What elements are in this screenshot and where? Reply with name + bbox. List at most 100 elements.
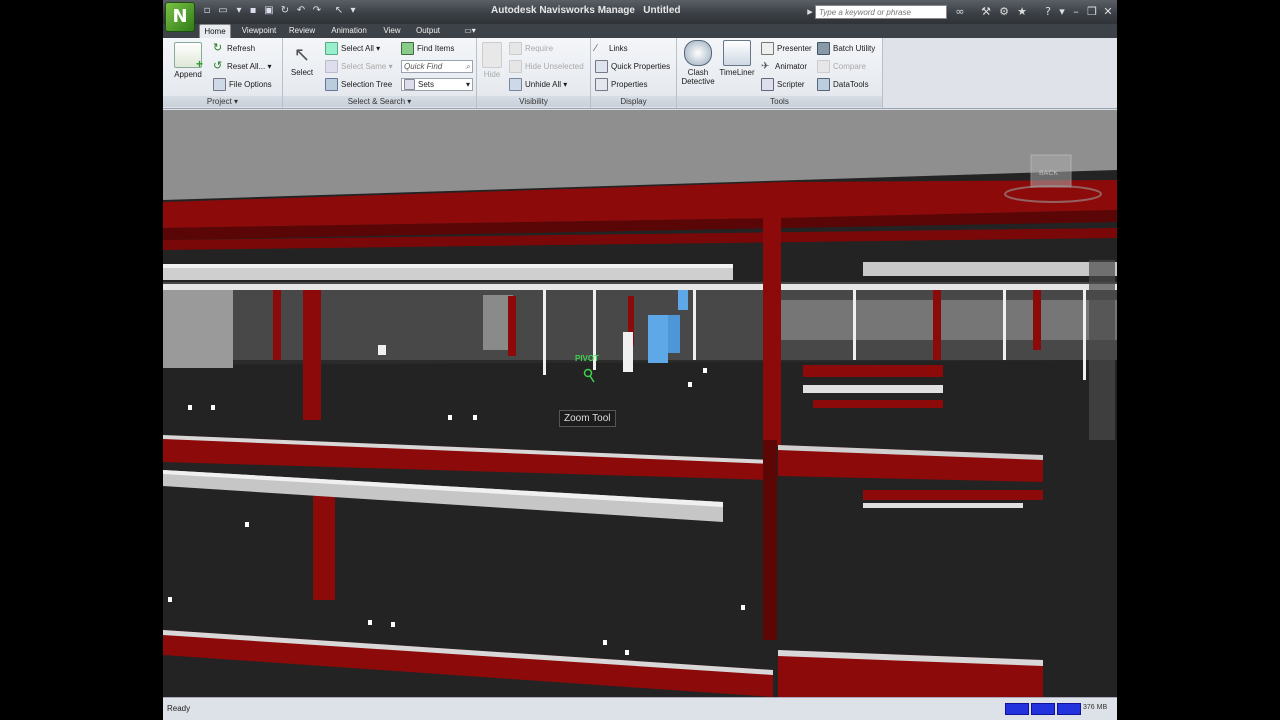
hide-button[interactable]: Hide xyxy=(479,42,505,79)
app-title: Autodesk Navisworks Manage xyxy=(491,5,635,16)
3d-viewport[interactable]: BACK PIVOT Zoom Tool xyxy=(163,110,1117,697)
require-button[interactable]: Require xyxy=(509,42,553,56)
find-items-icon xyxy=(401,42,414,56)
tab-animation[interactable]: Animation xyxy=(327,24,371,38)
select-same-label: Select Same xyxy=(341,62,387,71)
require-label: Require xyxy=(525,44,554,53)
append-label: Append xyxy=(174,70,202,79)
quick-find-input[interactable]: Quick Find ⌕ xyxy=(401,60,473,73)
select-search-title: Select & Search xyxy=(347,97,406,106)
quick-properties-label: Quick Properties xyxy=(611,62,671,71)
help-dropdown-icon[interactable]: ▾ xyxy=(1055,5,1069,19)
tab-view[interactable]: View xyxy=(379,24,405,38)
select-all-button[interactable]: Select All ▾ xyxy=(325,42,380,56)
links-button[interactable]: ∕ Links xyxy=(595,42,628,56)
select-same-button[interactable]: Select Same ▾ xyxy=(325,60,393,74)
presenter-button[interactable]: Presenter xyxy=(761,42,812,56)
dropdown-arrow-icon[interactable]: ▾ xyxy=(233,5,245,17)
select-label: Select xyxy=(290,68,314,77)
file-options-icon xyxy=(213,78,226,92)
minimize-icon[interactable]: – xyxy=(1069,5,1083,19)
timeliner-label: TimeLiner xyxy=(719,68,755,77)
panel-project: + Append ↻ Refresh ↺ Reset All... ▾ File O… xyxy=(163,38,283,108)
selection-tree-icon xyxy=(325,78,338,92)
append-button[interactable]: + Append xyxy=(171,42,205,79)
quick-properties-icon xyxy=(595,60,608,74)
tab-output[interactable]: Output xyxy=(413,24,443,38)
require-icon xyxy=(509,42,522,56)
qat-customize-icon[interactable]: ▾ xyxy=(347,5,359,17)
panel-select-search: ↖ Select Select All ▾ Select Same ▾ Sele… xyxy=(283,38,477,108)
tab-home[interactable]: Home xyxy=(199,24,231,39)
scripter-label: Scripter xyxy=(777,80,805,89)
restore-icon[interactable]: ❐ xyxy=(1085,5,1099,19)
hide-unselected-icon xyxy=(509,60,522,74)
search-input[interactable]: Type a keyword or phrase xyxy=(815,5,947,19)
redo-icon[interactable]: ↷ xyxy=(311,5,323,17)
clash-detective-icon xyxy=(684,40,712,66)
refresh-icon[interactable]: ↻ xyxy=(279,5,291,17)
hide-unselected-button[interactable]: Hide Unselected xyxy=(509,60,584,74)
panel-tools: Clash Detective TimeLiner Presenter ✈ Anim… xyxy=(677,38,883,108)
print-icon[interactable]: ▣ xyxy=(263,5,275,17)
ribbon: + Append ↻ Refresh ↺ Reset All... ▾ File O… xyxy=(163,38,1117,109)
undo-icon[interactable]: ↶ xyxy=(295,5,307,17)
scripter-button[interactable]: Scripter xyxy=(761,78,805,92)
quick-find-search-icon[interactable]: ⌕ xyxy=(466,61,470,72)
navisworks-window: N ▫ ▭ ▾ ▪ ▣ ↻ ↶ ↷ ↖ ▾ Autodesk Naviswork… xyxy=(163,0,1117,720)
document-name: Untitled xyxy=(643,5,681,16)
batch-utility-icon xyxy=(817,42,830,56)
new-file-icon[interactable]: ▫ xyxy=(201,5,213,17)
datatools-button[interactable]: DataTools xyxy=(817,78,869,92)
selection-tree-label: Selection Tree xyxy=(341,80,393,89)
favorites-star-icon[interactable]: ★ xyxy=(1015,5,1029,19)
panel-title-select-search[interactable]: Select & Search ▾ xyxy=(283,96,476,107)
reset-all-button[interactable]: ↺ Reset All... ▾ xyxy=(213,60,272,74)
help-icon[interactable]: ? xyxy=(1041,5,1055,19)
open-file-icon[interactable]: ▭ xyxy=(217,5,229,17)
clash-detective-button[interactable]: Clash Detective xyxy=(679,40,717,86)
unhide-all-button[interactable]: Unhide All ▾ xyxy=(509,78,567,92)
batch-utility-button[interactable]: Batch Utility xyxy=(817,42,875,56)
quick-properties-button[interactable]: Quick Properties xyxy=(595,60,670,74)
zoom-tool-tooltip: Zoom Tool xyxy=(559,410,616,427)
file-options-button[interactable]: File Options xyxy=(213,78,272,92)
file-options-label: File Options xyxy=(229,80,272,89)
panel-display: ∕ Links Quick Properties Properties Displ… xyxy=(591,38,677,108)
presenter-icon xyxy=(761,42,774,56)
hide-unselected-label: Hide Unselected xyxy=(525,62,584,71)
sets-dropdown[interactable]: Sets ▾ xyxy=(401,78,473,91)
refresh-button[interactable]: ↻ Refresh xyxy=(213,42,255,56)
select-button[interactable]: ↖ Select xyxy=(285,42,319,77)
tab-viewpoint[interactable]: Viewpoint xyxy=(237,24,281,38)
compare-label: Compare xyxy=(833,62,866,71)
tab-extras-icon[interactable]: ▭▾ xyxy=(459,24,481,38)
find-items-button[interactable]: Find Items xyxy=(401,42,454,56)
properties-button[interactable]: Properties xyxy=(595,78,647,92)
save-icon[interactable]: ▪ xyxy=(247,5,259,17)
refresh-icon: ↻ xyxy=(213,42,223,55)
links-label: Links xyxy=(609,44,628,53)
binoculars-icon[interactable]: ∞ xyxy=(953,5,967,19)
application-menu-button[interactable]: N xyxy=(165,2,195,32)
status-text: Ready xyxy=(167,704,191,713)
timeliner-icon xyxy=(723,40,751,66)
compare-icon xyxy=(817,60,830,74)
selection-tree-button[interactable]: Selection Tree xyxy=(325,78,392,92)
quick-find-placeholder: Quick Find xyxy=(404,62,443,71)
select-all-label: Select All xyxy=(341,44,374,53)
subscription-center-icon[interactable]: ⚒ xyxy=(979,5,993,19)
animator-button[interactable]: ✈ Animator xyxy=(761,60,807,74)
viewcube-face-label[interactable]: BACK xyxy=(1039,170,1058,177)
hide-icon xyxy=(482,42,502,68)
timeliner-button[interactable]: TimeLiner xyxy=(717,40,757,77)
panel-title-project[interactable]: Project ▾ xyxy=(163,96,282,107)
panel-visibility: Hide Require Hide Unselected Unhide All … xyxy=(477,38,591,108)
close-icon[interactable]: ✕ xyxy=(1101,5,1115,19)
select-cursor-icon[interactable]: ↖ xyxy=(333,5,345,17)
compare-button[interactable]: Compare xyxy=(817,60,866,74)
communication-center-icon[interactable]: ⚙ xyxy=(997,5,1011,19)
tab-review[interactable]: Review xyxy=(287,24,317,38)
presenter-label: Presenter xyxy=(777,44,812,53)
unhide-all-label: Unhide All xyxy=(525,80,562,89)
